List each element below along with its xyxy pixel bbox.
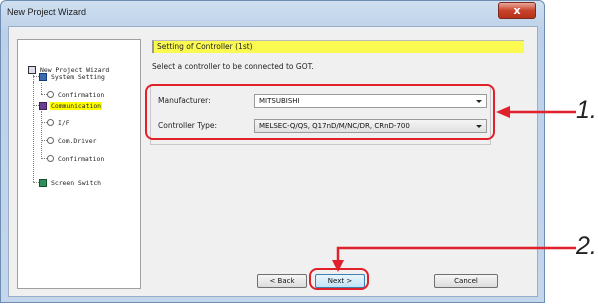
tree-item-system-confirmation[interactable]: Confirmation bbox=[47, 89, 105, 100]
callout-highlight-next bbox=[309, 268, 369, 290]
wizard-icon bbox=[28, 65, 36, 74]
tree-item-if[interactable]: I/F bbox=[47, 117, 71, 128]
tree-label-comm-confirmation: Confirmation bbox=[58, 154, 105, 163]
tree-item-system-setting[interactable]: System Setting bbox=[39, 71, 106, 82]
tree-item-screen-switch[interactable]: Screen Switch bbox=[39, 177, 102, 188]
tree-label-if: I/F bbox=[58, 118, 70, 127]
page-header: Setting of Controller (1st) bbox=[152, 40, 524, 53]
callout-number-two: 2. bbox=[576, 232, 597, 260]
communication-icon bbox=[39, 101, 47, 110]
instruction-text: Select a controller to be connected to G… bbox=[152, 62, 314, 71]
tree-item-comm-confirmation[interactable]: Confirmation bbox=[47, 153, 105, 164]
title-bar[interactable]: New Project Wizard x bbox=[1, 1, 544, 25]
tree-label-communication: Communication bbox=[50, 101, 103, 110]
tree-item-communication[interactable]: Communication bbox=[39, 100, 103, 111]
cancel-button[interactable]: Cancel bbox=[434, 274, 498, 288]
callout-number-one: 1. bbox=[576, 96, 597, 124]
screen-switch-icon bbox=[39, 178, 47, 187]
callout-highlight-controller bbox=[145, 84, 495, 140]
bulb-icon bbox=[47, 119, 54, 126]
bulb-icon bbox=[47, 91, 54, 98]
close-button[interactable]: x bbox=[498, 2, 536, 19]
tree-item-com-driver[interactable]: Com.Driver bbox=[47, 135, 97, 146]
bulb-icon bbox=[47, 155, 54, 162]
tree-label-com-driver: Com.Driver bbox=[58, 136, 97, 145]
wizard-window: New Project Wizard x New Project Wizard bbox=[0, 0, 545, 303]
bulb-icon bbox=[47, 137, 54, 144]
back-button[interactable]: < Back bbox=[257, 274, 307, 288]
wizard-client-area: New Project Wizard System Setting Confir… bbox=[8, 26, 538, 297]
window-title: New Project Wizard bbox=[7, 7, 87, 17]
system-setting-icon bbox=[39, 72, 47, 81]
tree-label-system-confirmation: Confirmation bbox=[58, 90, 105, 99]
wizard-step-tree: New Project Wizard System Setting Confir… bbox=[17, 39, 141, 289]
close-icon: x bbox=[513, 4, 521, 17]
tree-label-system-setting: System Setting bbox=[51, 72, 105, 81]
tree-label-screen-switch: Screen Switch bbox=[51, 178, 102, 187]
